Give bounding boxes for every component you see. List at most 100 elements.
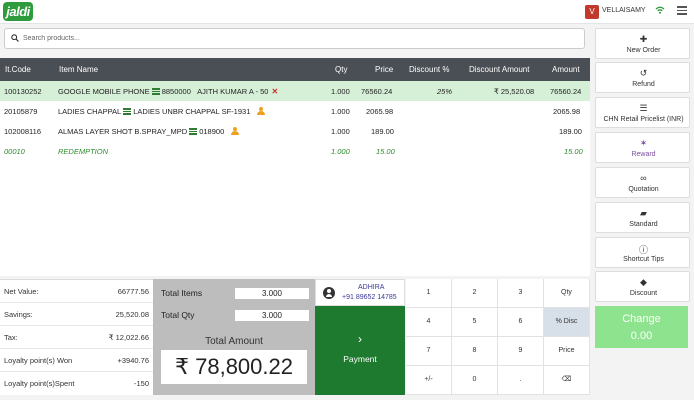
customer-name: ADHIRA <box>358 284 385 291</box>
pricelist-button[interactable]: ☰ CHN Retail Pricelist (INR) <box>595 97 690 128</box>
key-qty[interactable]: Qty <box>544 279 590 308</box>
loyalty-spent-row: Loyalty point(s)Spent -150 <box>0 372 153 395</box>
key-plus-minus[interactable]: +/- <box>406 366 452 395</box>
loyalty-spent-label: Loyalty point(s)Spent <box>4 379 75 388</box>
quotation-label: Quotation <box>628 186 659 193</box>
tag-icon: ◆ <box>640 277 647 287</box>
tax-row: Tax: ₹ 12,022.66 <box>0 326 153 349</box>
order-lines-table: It.Code Item Name Qty Price Discount % D… <box>0 58 590 276</box>
col-discount-pct: Discount % <box>409 65 450 74</box>
search-input[interactable] <box>23 31 573 46</box>
plus-icon: ✚ <box>639 34 648 44</box>
app-logo[interactable]: jaldi <box>3 2 33 21</box>
item-name: LADIES CHAPPAL <box>58 107 122 116</box>
key-decimal[interactable]: . <box>498 366 544 395</box>
item-amount: 76560.24 <box>550 87 582 96</box>
change-display: Change 0.00 <box>595 306 688 348</box>
net-value-label: Net Value: <box>4 287 39 296</box>
key-8[interactable]: 8 <box>452 337 498 366</box>
total-qty-value: 3.000 <box>235 310 309 321</box>
payment-label: Payment <box>343 354 377 364</box>
reward-icon: ✶ <box>639 138 648 148</box>
table-header: It.Code Item Name Qty Price Discount % D… <box>0 58 590 81</box>
key-0[interactable]: 0 <box>452 366 498 395</box>
customer-card[interactable]: ADHIRA +91 89652 14785 <box>315 279 405 306</box>
key-6[interactable]: 6 <box>498 308 544 337</box>
key-9[interactable]: 9 <box>498 337 544 366</box>
payment-button[interactable]: › Payment <box>315 306 405 395</box>
net-value: 66777.56 <box>117 287 149 296</box>
standard-button[interactable]: ▰ Standard <box>595 202 690 233</box>
item-discount-pct: 25% <box>437 87 453 96</box>
quotation-button[interactable]: ∞ Quotation <box>595 167 690 198</box>
table-row[interactable]: 20105879 LADIES CHAPPAL LADIES UNBR CHAPP… <box>0 101 590 121</box>
item-name: ALMAS LAYER SHOT B.SPRAY_MPD <box>58 127 188 136</box>
table-row[interactable]: 100130252 GOOGLE MOBILE PHONE 8850000 AJI… <box>0 81 590 101</box>
info-icon: ⓘ <box>638 245 648 255</box>
refund-icon: ↺ <box>639 68 648 78</box>
key-1[interactable]: 1 <box>406 279 452 308</box>
item-code: 100130252 <box>4 87 42 96</box>
tax-value: ₹ 12,022.66 <box>108 333 149 342</box>
key-3[interactable]: 3 <box>498 279 544 308</box>
key-percent-disc[interactable]: % Disc <box>544 308 590 337</box>
savings-row: Savings: 25,520.08 <box>0 303 153 326</box>
key-7[interactable]: 7 <box>406 337 452 366</box>
total-items-label: Total Items <box>161 288 203 298</box>
reward-button[interactable]: ✶ Reward <box>595 132 690 163</box>
item-name: REDEMPTION <box>58 147 109 156</box>
remove-salesperson-icon[interactable]: ✕ <box>271 87 278 96</box>
key-price[interactable]: Price <box>544 337 590 366</box>
discount-button[interactable]: ◆ Discount <box>595 271 690 302</box>
net-value-row: Net Value: 66777.56 <box>0 280 153 303</box>
item-qty: 1.000 <box>331 147 350 156</box>
col-item-name: Item Name <box>59 65 99 74</box>
item-price: 189.00 <box>371 127 394 136</box>
list-icon <box>189 128 198 135</box>
product-search[interactable] <box>4 28 585 49</box>
key-5[interactable]: 5 <box>452 308 498 337</box>
discount-label: Discount <box>629 290 658 297</box>
new-order-label: New Order <box>626 47 661 54</box>
table-row[interactable]: 00010 REDEMPTION 1.000 15.00 15.00 <box>0 141 590 161</box>
list-icon <box>151 88 160 95</box>
tax-label: Tax: <box>4 333 18 342</box>
item-price: 15.00 <box>376 147 395 156</box>
col-item-code: It.Code <box>5 65 31 74</box>
table-row[interactable]: 102008116 ALMAS LAYER SHOT B.SPRAY_MPD 01… <box>0 121 590 141</box>
wifi-icon <box>655 6 665 14</box>
item-discount-amount: ₹ 25,520.08 <box>494 87 535 96</box>
customer-phone: +91 89652 14785 <box>342 294 397 301</box>
salesperson: AJITH KUMAR A - 50 <box>197 87 269 96</box>
user-name[interactable]: VELLAISAMY <box>602 7 646 14</box>
refund-button[interactable]: ↺ Refund <box>595 62 690 93</box>
reward-label: Reward <box>631 151 656 158</box>
add-salesperson-icon[interactable] <box>230 127 240 135</box>
key-4[interactable]: 4 <box>406 308 452 337</box>
user-avatar[interactable]: V <box>585 5 599 19</box>
item-code: 00010 <box>4 147 25 156</box>
shortcut-tips-button[interactable]: ⓘ Shortcut Tips <box>595 237 690 268</box>
totals-panel: Total Items 3.000 Total Qty 3.000 Total … <box>153 279 315 395</box>
backspace-icon[interactable]: ⌫ <box>544 366 590 395</box>
shortcut-tips-label: Shortcut Tips <box>623 256 664 263</box>
link-icon: ∞ <box>640 173 647 183</box>
savings-label: Savings: <box>4 310 33 319</box>
col-price: Price <box>375 65 394 74</box>
total-amount-value: ₹ 78,800.22 <box>161 350 307 384</box>
key-2[interactable]: 2 <box>452 279 498 308</box>
item-qty: 1.000 <box>331 107 350 116</box>
item-name: GOOGLE MOBILE PHONE <box>58 87 150 96</box>
hamburger-menu-icon[interactable] <box>677 6 687 17</box>
item-amount: 15.00 <box>564 147 583 156</box>
savings-value: 25,520.08 <box>115 310 149 319</box>
truck-icon: ▰ <box>640 208 647 218</box>
add-salesperson-icon[interactable] <box>256 107 266 115</box>
top-bar: jaldi V VELLAISAMY <box>0 0 694 24</box>
item-amount: 2065.98 <box>553 107 581 116</box>
col-discount-amount: Discount Amount <box>469 65 530 74</box>
new-order-button[interactable]: ✚ New Order <box>595 28 690 59</box>
loyalty-won-row: Loyalty point(s) Won +3940.76 <box>0 349 153 372</box>
total-items-value: 3.000 <box>235 288 309 299</box>
pos-app: jaldi V VELLAISAMY It.Code Item Name Qty… <box>0 0 694 400</box>
